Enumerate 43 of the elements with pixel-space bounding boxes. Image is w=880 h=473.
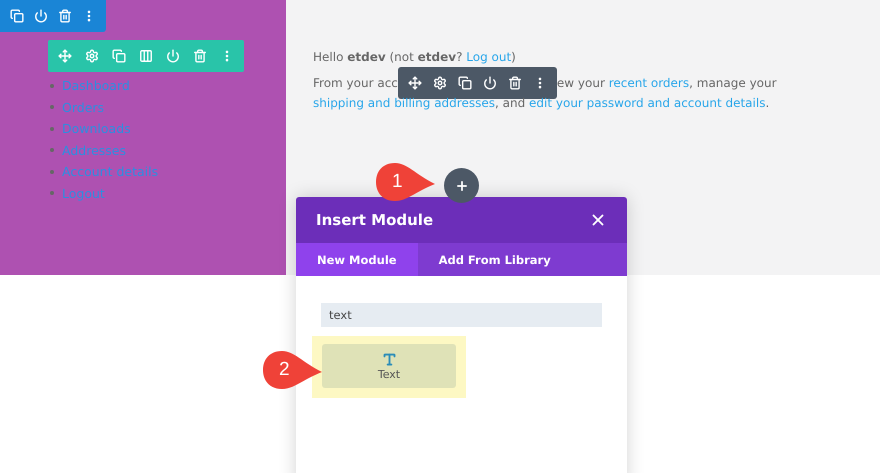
intro-text: From your acc — [313, 76, 398, 90]
bullet-icon — [50, 170, 54, 174]
move-icon[interactable] — [408, 76, 422, 90]
log-out-link[interactable]: Log out — [466, 50, 512, 64]
greeting-text: Hello etdev (not etdev? Log out) — [313, 49, 517, 66]
account-link[interactable]: recent orders — [608, 76, 690, 90]
account-menu-link[interactable]: Addresses — [62, 140, 126, 160]
intro-text: , and — [494, 96, 526, 110]
bullet-icon — [50, 148, 54, 152]
copy-icon[interactable] — [10, 9, 24, 23]
account-link[interactable]: addresses — [434, 96, 495, 110]
copy-icon[interactable] — [458, 76, 472, 90]
text-icon — [382, 352, 396, 366]
trash-icon[interactable] — [508, 76, 522, 90]
account-menu-link[interactable]: Orders — [62, 98, 104, 117]
dialog-tab[interactable]: Add From Library — [418, 243, 572, 276]
callout-marker-drawing — [262, 350, 324, 390]
power-icon[interactable] — [34, 9, 48, 23]
plus-icon — [454, 178, 468, 192]
callout-number: 1 — [392, 171, 403, 193]
dialog-title: Insert Module — [316, 211, 434, 229]
account-menu-link[interactable]: Logout — [62, 184, 105, 203]
callout-marker-drawing — [375, 162, 437, 202]
text-module-card[interactable]: Text — [322, 344, 456, 388]
settings-icon[interactable] — [432, 76, 447, 90]
bullet-icon — [50, 191, 54, 196]
search-field[interactable]: text — [321, 303, 602, 327]
bullet-icon — [50, 84, 54, 88]
callout-number: 2 — [279, 359, 290, 381]
intro-text: ew your — [556, 76, 606, 90]
bullet-icon — [50, 105, 54, 110]
account-link[interactable]: edit your password and account details — [529, 96, 766, 110]
account-link[interactable]: shipping and billing — [313, 96, 430, 110]
power-icon[interactable] — [482, 76, 497, 90]
account-menu-link[interactable]: Dashboard — [62, 76, 130, 96]
intro-text: . — [765, 96, 770, 110]
dialog-tab[interactable]: New Module — [296, 243, 418, 276]
intro-text: , manage your — [689, 76, 777, 90]
trash-icon[interactable] — [58, 9, 72, 23]
account-menu-link[interactable]: Downloads — [62, 119, 131, 138]
account-menu-link[interactable]: Account details — [62, 162, 158, 182]
bullet-icon — [50, 126, 54, 131]
cols-icon[interactable] — [139, 49, 153, 63]
